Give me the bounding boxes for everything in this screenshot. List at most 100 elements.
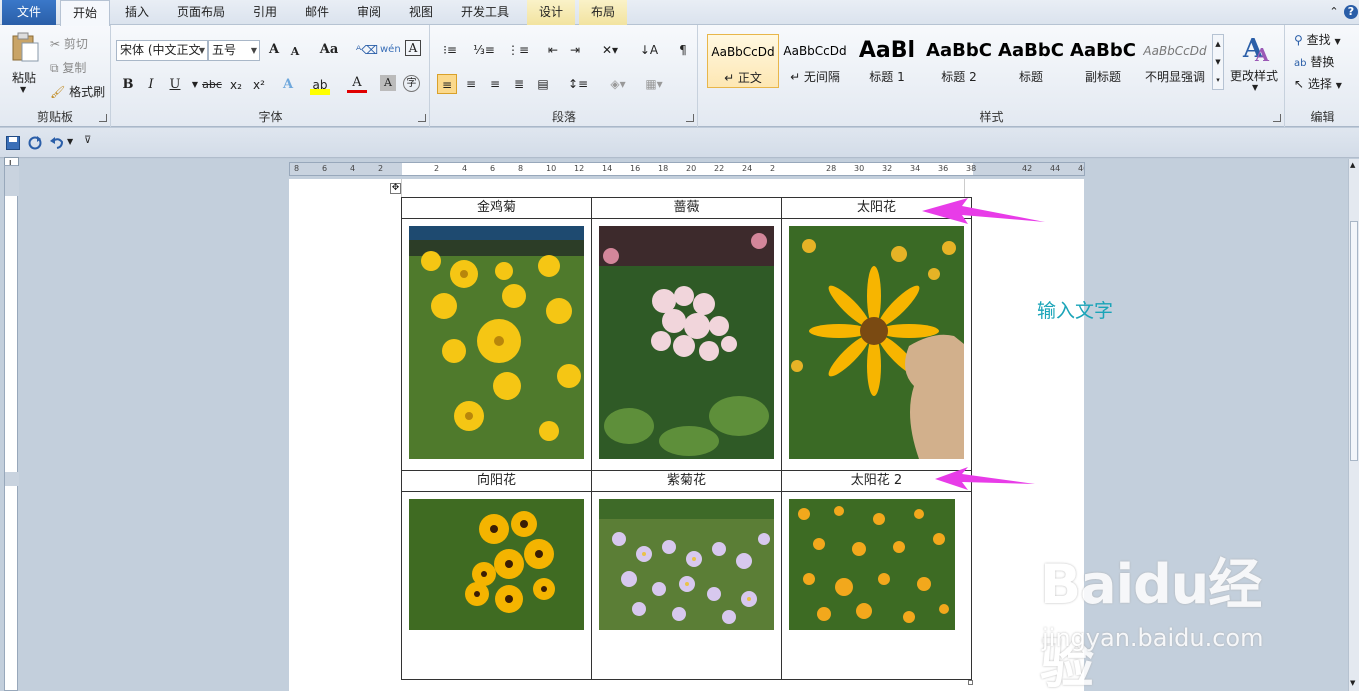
table-cell[interactable] <box>401 218 592 471</box>
tab-developer[interactable]: 开发工具 <box>452 0 518 25</box>
tab-mailings[interactable]: 邮件 <box>296 0 338 25</box>
style-heading-2[interactable]: AaBbC 标题 2 <box>923 34 995 88</box>
paragraph-launcher-icon[interactable] <box>686 114 694 122</box>
table-cell[interactable] <box>591 491 782 680</box>
style-subtle-emphasis[interactable]: AaBbCcDd 不明显强调 <box>1139 34 1211 88</box>
copy-button[interactable]: ⧉ 复制 <box>50 59 86 76</box>
superscript-icon[interactable]: x² <box>249 75 269 95</box>
highlight-icon[interactable]: ab <box>310 75 330 95</box>
numbering-icon[interactable]: ⅓≡ <box>471 40 497 60</box>
char-border-icon[interactable]: A <box>405 40 421 56</box>
table-cell[interactable]: 金鸡菊 <box>401 197 592 219</box>
tab-view[interactable]: 视图 <box>400 0 442 25</box>
scroll-up-icon[interactable]: ▲ <box>1350 161 1355 169</box>
format-painter-button[interactable]: 🖌 格式刷 <box>50 83 105 100</box>
table-resize-handle[interactable] <box>968 680 973 685</box>
help-icon[interactable]: ? <box>1344 5 1358 19</box>
flower-table[interactable]: 金鸡菊 蔷薇 太阳花 向阳花 紫菊花 太阳花 2 <box>401 197 972 680</box>
horizontal-ruler[interactable]: 8 6 4 2 2 4 6 8 10 12 14 16 18 20 22 24 2 28 30 32 34 36 38 42 4… <box>289 162 1085 176</box>
tab-page-layout[interactable]: 页面布局 <box>168 0 234 25</box>
tab-references[interactable]: 引用 <box>244 0 286 25</box>
scroll-down-icon[interactable]: ▼ <box>1350 679 1355 687</box>
table-cell[interactable]: 向阳花 <box>401 470 592 492</box>
table-cell[interactable] <box>781 218 972 471</box>
style-heading-1[interactable]: AaBl 标题 1 <box>851 34 923 88</box>
save-icon[interactable] <box>6 136 20 150</box>
underline-icon[interactable]: U <box>165 75 185 95</box>
table-cell[interactable] <box>401 491 592 680</box>
grow-font-icon[interactable]: A <box>264 40 284 60</box>
replace-button[interactable]: ab 替换 <box>1294 53 1334 70</box>
asian-layout-icon[interactable]: ✕▾ <box>597 40 623 60</box>
change-styles-button[interactable]: 更改样式 <box>1230 67 1278 84</box>
bullets-icon[interactable]: ⁝≡ <box>437 40 463 60</box>
minimize-ribbon-icon[interactable]: ⌃ <box>1327 5 1341 19</box>
clipboard-launcher-icon[interactable] <box>99 114 107 122</box>
vertical-scrollbar[interactable]: ▲ ▼ <box>1348 159 1359 691</box>
tab-table-layout[interactable]: 布局 <box>579 0 627 25</box>
change-case-icon[interactable]: Aa <box>316 40 342 60</box>
style-no-spacing[interactable]: AaBbCcDd ↵ 无间隔 <box>779 34 851 88</box>
borders-icon[interactable]: ▦▾ <box>641 74 667 94</box>
text-effects-icon[interactable]: A <box>278 75 298 95</box>
font-launcher-icon[interactable] <box>418 114 426 122</box>
change-styles-icon[interactable]: A A <box>1241 31 1273 63</box>
document-page[interactable]: ✥ 金鸡菊 蔷薇 太阳花 向阳花 紫菊花 太阳花 2 <box>289 179 1084 691</box>
sunflower-hand-photo[interactable] <box>789 226 964 459</box>
table-cell[interactable]: 太阳花 <box>781 197 972 219</box>
rose-photo[interactable] <box>599 226 774 459</box>
align-left-icon[interactable]: ≡ <box>437 74 457 94</box>
styles-launcher-icon[interactable] <box>1273 114 1281 122</box>
decrease-indent-icon[interactable]: ⇤ <box>543 40 563 60</box>
shrink-font-icon[interactable]: A <box>285 42 305 62</box>
table-cell[interactable] <box>591 218 782 471</box>
black-eyed-susan-photo[interactable] <box>409 499 584 630</box>
coreopsis-photo[interactable] <box>409 226 584 459</box>
style-normal[interactable]: AaBbCcDd ↵ 正文 <box>707 34 779 88</box>
redo-icon[interactable] <box>28 136 42 150</box>
styles-scroll[interactable]: ▲ ▼ ▾ <box>1212 34 1224 90</box>
font-name-combo[interactable]: 宋体 (中文正文 ▼ <box>116 40 208 61</box>
cut-button[interactable]: ✂ 剪切 <box>50 35 88 52</box>
bold-icon[interactable]: B <box>118 75 138 95</box>
sunflower-field-photo[interactable] <box>789 499 955 630</box>
customize-qat-icon[interactable]: ⊽ <box>84 135 91 146</box>
tab-home[interactable]: 开始 <box>60 0 110 26</box>
table-cell[interactable]: 太阳花 2 <box>781 470 972 492</box>
chevron-down-icon[interactable]: ▼ <box>1252 83 1258 92</box>
table-cell[interactable] <box>781 491 972 680</box>
paste-button[interactable]: 粘贴 <box>12 69 36 86</box>
table-cell[interactable]: 蔷薇 <box>591 197 782 219</box>
table-cell[interactable]: 紫菊花 <box>591 470 782 492</box>
justify-icon[interactable]: ≣ <box>509 74 529 94</box>
paste-dropdown-icon[interactable]: ▼ <box>20 85 26 94</box>
subscript-icon[interactable]: x₂ <box>226 75 246 95</box>
multilevel-list-icon[interactable]: ⋮≡ <box>505 40 531 60</box>
tab-insert[interactable]: 插入 <box>116 0 158 25</box>
line-spacing-icon[interactable]: ↕≡ <box>565 74 591 94</box>
increase-indent-icon[interactable]: ⇥ <box>565 40 585 60</box>
phonetic-guide-icon[interactable]: wén <box>380 40 401 60</box>
find-button[interactable]: ⚲ 查找 ▼ <box>1294 31 1341 48</box>
enclose-char-icon[interactable]: 字 <box>403 75 420 92</box>
shading-icon[interactable]: ◈▾ <box>605 74 631 94</box>
font-color-icon[interactable]: A <box>347 75 367 93</box>
select-button[interactable]: ↖ 选择 ▼ <box>1294 75 1342 92</box>
style-subtitle[interactable]: AaBbC 副标题 <box>1067 34 1139 88</box>
align-center-icon[interactable]: ≡ <box>461 74 481 94</box>
align-right-icon[interactable]: ≡ <box>485 74 505 94</box>
distributed-icon[interactable]: ▤ <box>533 74 553 94</box>
style-title[interactable]: AaBbC 标题 <box>995 34 1067 88</box>
undo-icon[interactable] <box>50 136 64 150</box>
sort-icon[interactable]: ↓A <box>639 40 659 60</box>
strikethrough-icon[interactable]: abc <box>200 75 224 95</box>
show-marks-icon[interactable]: ¶ <box>673 40 693 60</box>
clear-format-icon[interactable]: ᴬ⌫ <box>356 40 378 60</box>
char-shading-icon[interactable]: A <box>380 75 396 91</box>
italic-icon[interactable]: I <box>141 75 161 95</box>
tab-file[interactable]: 文件 <box>2 0 56 25</box>
vertical-ruler[interactable] <box>4 165 19 691</box>
paste-icon[interactable] <box>10 31 40 63</box>
table-move-handle-icon[interactable]: ✥ <box>390 183 401 194</box>
tab-table-design[interactable]: 设计 <box>527 0 575 25</box>
